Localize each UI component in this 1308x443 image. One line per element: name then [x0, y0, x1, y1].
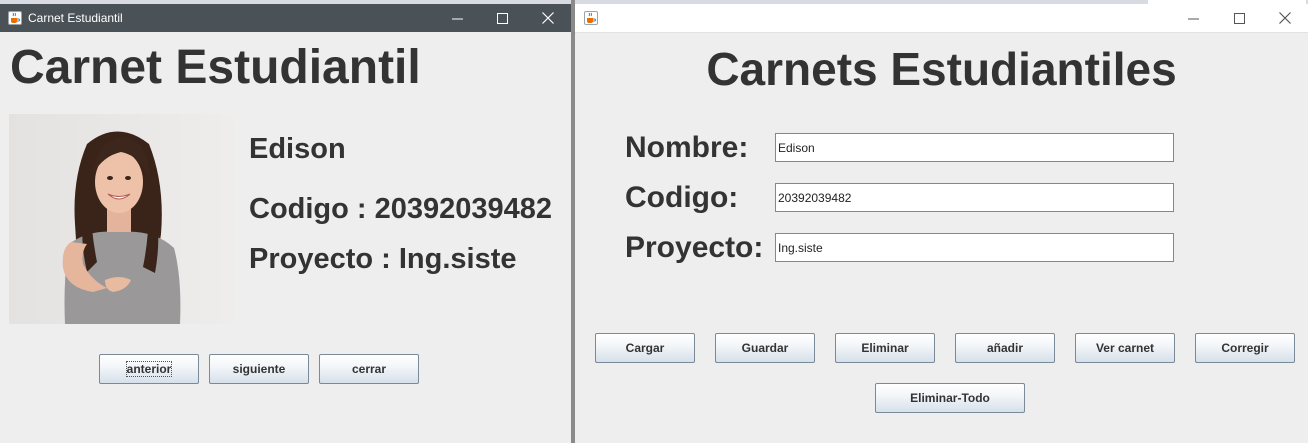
- eliminar-button-label: Eliminar: [861, 341, 909, 355]
- eliminar-todo-button[interactable]: Eliminar-Todo: [875, 383, 1025, 413]
- codigo-label: Codigo:: [625, 181, 739, 214]
- siguiente-button-label: siguiente: [232, 362, 286, 376]
- anterior-button-label: anterior: [125, 361, 173, 377]
- page-title: Carnets Estudiantiles: [706, 43, 1177, 95]
- maximize-icon: [496, 12, 508, 24]
- carnet-window: Carnet Estudiantil Carnet Estudiantil Ed…: [0, 4, 571, 443]
- proyecto-input[interactable]: [775, 233, 1174, 262]
- student-photo: [9, 114, 234, 324]
- anadir-button-label: añadir: [986, 341, 1023, 355]
- carnets-admin-window: Carnets Estudiantiles Nombre: Codigo: Pr…: [575, 4, 1308, 443]
- cerrar-button-label: cerrar: [351, 362, 387, 376]
- eliminar-todo-button-label: Eliminar-Todo: [910, 391, 990, 405]
- java-coffee-icon: [584, 11, 598, 25]
- close-button[interactable]: [1262, 4, 1308, 32]
- minimize-button[interactable]: [1170, 4, 1216, 32]
- java-coffee-icon: [8, 11, 22, 25]
- corregir-button[interactable]: Corregir: [1195, 333, 1295, 363]
- maximize-button[interactable]: [1216, 4, 1262, 32]
- window-title: Carnet Estudiantil: [28, 11, 123, 25]
- carnets-admin-titlebar[interactable]: [575, 4, 1308, 33]
- close-icon: [1279, 12, 1291, 24]
- close-icon: [542, 12, 554, 24]
- carnet-content: Carnet Estudiantil Edison Codigo: 20392…: [0, 32, 571, 443]
- guardar-button[interactable]: Guardar: [715, 333, 815, 363]
- minimize-icon: [451, 18, 463, 19]
- siguiente-button[interactable]: siguiente: [209, 354, 309, 384]
- close-button[interactable]: [525, 4, 571, 32]
- cargar-button[interactable]: Cargar: [595, 333, 695, 363]
- maximize-icon: [1233, 12, 1245, 24]
- anadir-button[interactable]: añadir: [955, 333, 1055, 363]
- cargar-button-label: Cargar: [625, 341, 665, 355]
- corregir-button-label: Corregir: [1221, 341, 1269, 355]
- carnets-admin-content: Carnets Estudiantiles Nombre: Codigo: Pr…: [575, 33, 1308, 443]
- eliminar-button[interactable]: Eliminar: [835, 333, 935, 363]
- codigo-input[interactable]: [775, 183, 1174, 212]
- ver-carnet-button-label: Ver carnet: [1095, 341, 1155, 355]
- nombre-label: Nombre:: [625, 131, 749, 164]
- cerrar-button[interactable]: cerrar: [319, 354, 419, 384]
- student-name: Edison: [249, 133, 346, 165]
- student-proyecto: Proyecto : Ing.siste: [249, 243, 517, 275]
- anterior-button[interactable]: anterior: [99, 354, 199, 384]
- page-title: Carnet Estudiantil: [10, 41, 421, 94]
- ver-carnet-button[interactable]: Ver carnet: [1075, 333, 1175, 363]
- student-codigo: Codigo : 20392039482: [249, 193, 553, 225]
- minimize-button[interactable]: [434, 4, 480, 32]
- carnet-window-titlebar[interactable]: Carnet Estudiantil: [0, 4, 571, 32]
- guardar-button-label: Guardar: [741, 341, 789, 355]
- minimize-icon: [1187, 18, 1199, 19]
- proyecto-label: Proyecto:: [625, 231, 764, 264]
- nombre-input[interactable]: [775, 133, 1174, 162]
- maximize-button[interactable]: [479, 4, 525, 32]
